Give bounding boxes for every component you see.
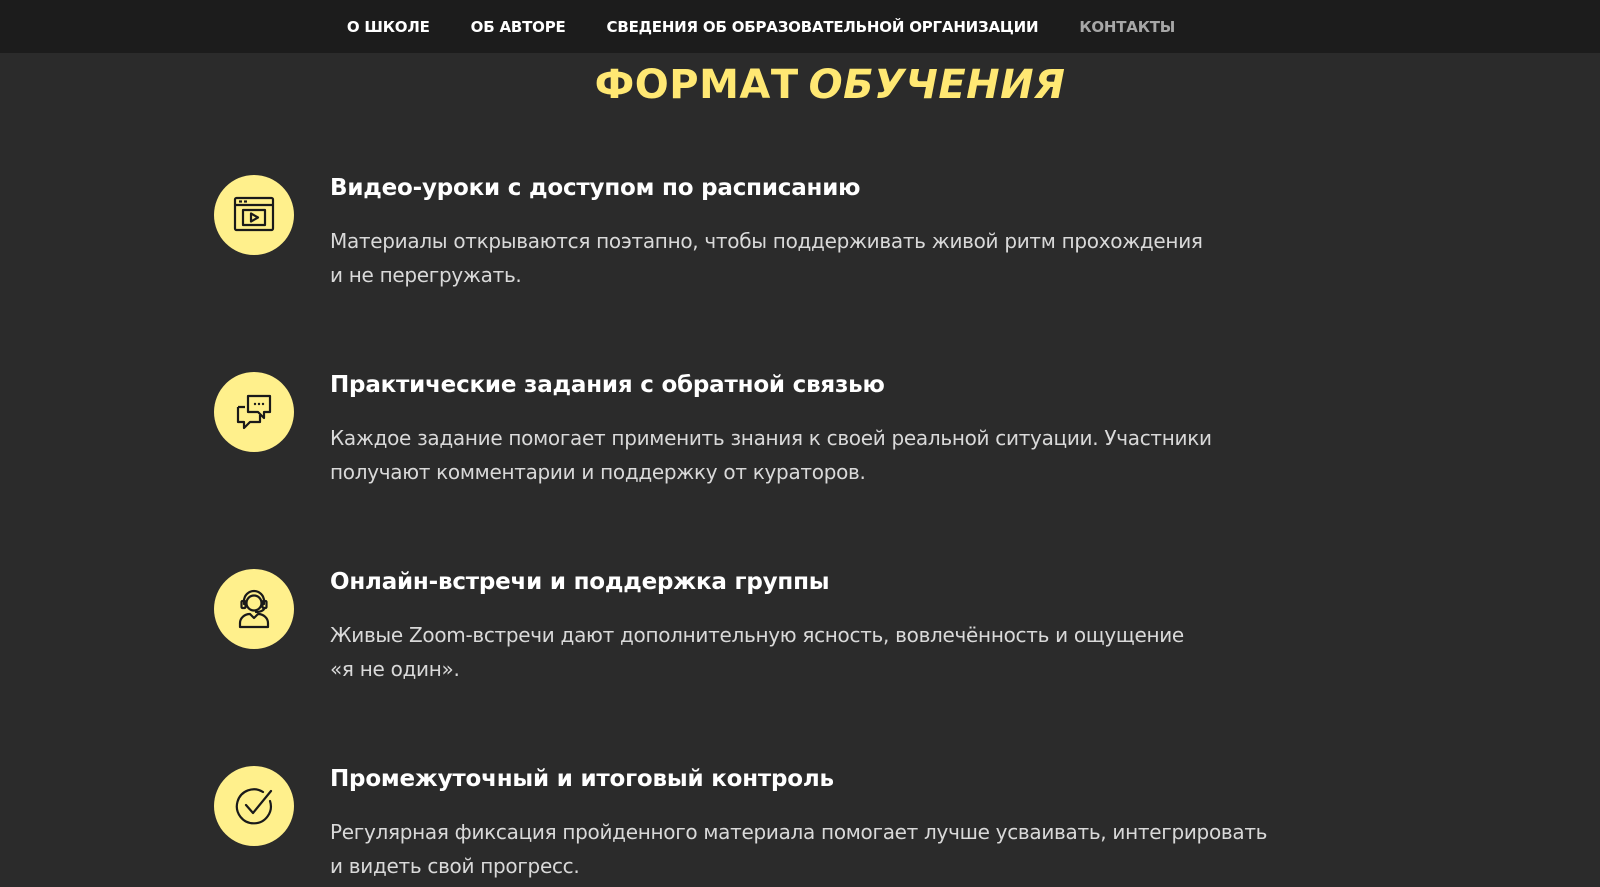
feature-description: Каждое задание помогает применить знания… (330, 421, 1330, 489)
feature-description-line: Живые Zoom-встречи дают дополнительную я… (330, 623, 1184, 647)
feature-description: Регулярная фиксация пройденного материал… (330, 815, 1330, 883)
nav-items: О ШКОЛЕ ОБ АВТОРЕ СВЕДЕНИЯ ОБ ОБРАЗОВАТЕ… (347, 18, 1176, 36)
feature-description-line: Регулярная фиксация пройденного материал… (330, 820, 1268, 844)
feature-description: Материалы открываются поэтапно, чтобы по… (330, 224, 1330, 292)
feature-description-line: и не перегружать. (330, 263, 522, 287)
feature-description-line: «я не один». (330, 657, 460, 681)
feature-title: Практические задания с обратной связью (330, 372, 885, 398)
feature-description-line: Материалы открываются поэтапно, чтобы по… (330, 229, 1203, 253)
feature-title: Онлайн-встречи и поддержка группы (330, 569, 830, 595)
feature-icon-circle (214, 372, 294, 452)
check-circle-icon (235, 788, 273, 825)
nav-link-contacts[interactable]: КОНТАКТЫ (1079, 18, 1175, 36)
support-agent-icon (238, 589, 270, 629)
nav-link-org-info[interactable]: СВЕДЕНИЯ ОБ ОБРАЗОВАТЕЛЬНОЙ ОРГАНИЗАЦИИ (607, 18, 1039, 36)
video-player-icon (233, 196, 275, 232)
feature-description: Живые Zoom-встречи дают дополнительную я… (330, 618, 1330, 686)
chat-feedback-icon (236, 394, 272, 430)
feature-title: Видео-уроки с доступом по расписанию (330, 175, 861, 201)
feature-description-line: Каждое задание помогает применить знания… (330, 426, 1212, 450)
section-title-lead: ФОРМАТ (594, 62, 799, 108)
feature-icon-circle (214, 766, 294, 846)
section-title-accent: ОБУЧЕНИЯ (808, 62, 1066, 108)
feature-title: Промежуточный и итоговый контроль (330, 766, 834, 792)
section-title: ФОРМАТ ОБУЧЕНИЯ (0, 62, 1600, 108)
nav-link-about-author[interactable]: ОБ АВТОРЕ (471, 18, 566, 36)
feature-icon-circle (214, 569, 294, 649)
nav-link-about-school[interactable]: О ШКОЛЕ (347, 18, 430, 36)
feature-icon-circle (214, 175, 294, 255)
top-navigation: О ШКОЛЕ ОБ АВТОРЕ СВЕДЕНИЯ ОБ ОБРАЗОВАТЕ… (0, 0, 1600, 53)
feature-description-line: получают комментарии и поддержку от кура… (330, 460, 866, 484)
feature-description-line: и видеть свой прогресс. (330, 854, 580, 878)
